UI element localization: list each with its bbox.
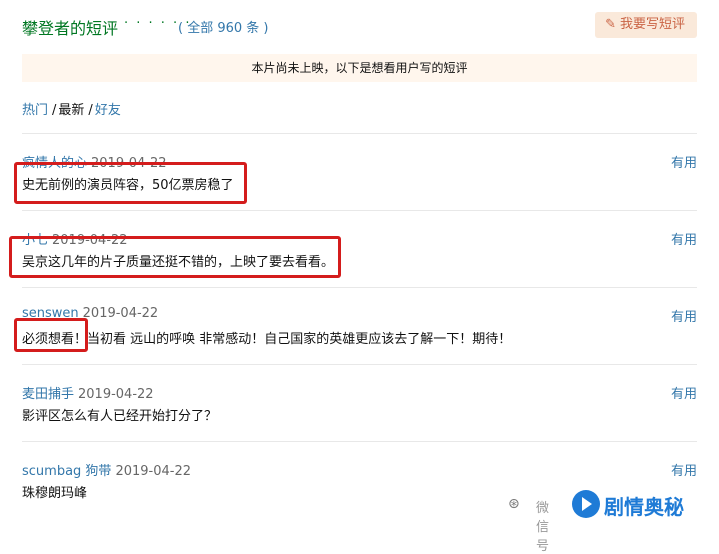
divider bbox=[22, 133, 697, 134]
comments-header: 攀登者的短评 · · · · · · ( 全部 960 条 ) ✎ 我要写短评 bbox=[22, 12, 697, 40]
comment-user-link[interactable]: scumbag 狗带 bbox=[22, 464, 111, 479]
watermark-small-text: 微信号 bbox=[536, 501, 550, 554]
useful-vote-link[interactable]: 有用 bbox=[671, 152, 697, 171]
comment-item: senswen 2019-04-22 有用 必须想看！当初看 远山的呼唤 非常感动… bbox=[22, 306, 697, 376]
not-released-notice: 本片尚未上映，以下是想看用户写的短评 bbox=[22, 54, 697, 82]
highlight-box bbox=[14, 162, 247, 204]
section-title: 攀登者的短评 bbox=[22, 19, 119, 38]
all-comments-count-link[interactable]: ( 全部 960 条 ) bbox=[178, 17, 269, 36]
useful-vote-link[interactable]: 有用 bbox=[671, 229, 697, 248]
useful-vote-link[interactable]: 有用 bbox=[671, 383, 697, 402]
tab-separator: / bbox=[88, 103, 93, 118]
tab-separator: / bbox=[52, 103, 57, 118]
write-review-label: 我要写短评 bbox=[619, 17, 685, 32]
highlight-box bbox=[14, 318, 88, 352]
wechat-icon: ⊛ bbox=[508, 496, 520, 512]
comment-text: 必须想看！当初看 远山的呼唤 非常感动！自己国家的英雄更应该去了解一下！期待！ bbox=[22, 332, 512, 347]
highlight-box bbox=[9, 236, 341, 278]
divider bbox=[22, 210, 697, 211]
write-review-button[interactable]: ✎ 我要写短评 bbox=[595, 12, 697, 38]
divider bbox=[22, 287, 697, 288]
useful-vote-link[interactable]: 有用 bbox=[671, 460, 697, 479]
divider bbox=[22, 441, 697, 442]
pencil-icon: ✎ bbox=[605, 17, 616, 32]
comment-text: 影评区怎么有人已经开始打分了？ bbox=[22, 409, 218, 424]
divider bbox=[22, 364, 697, 365]
tab-hot[interactable]: 热门 bbox=[22, 103, 48, 118]
sort-tabs: 热门 / 最新 / 好友 bbox=[22, 99, 123, 118]
tab-latest[interactable]: 最新 bbox=[58, 103, 84, 118]
comment-date: 2019-04-22 bbox=[82, 306, 159, 321]
comment-user-link[interactable]: 麦田捕手 bbox=[22, 387, 74, 402]
comment-text: 珠穆朗玛峰 bbox=[22, 486, 88, 501]
play-logo-icon bbox=[572, 490, 600, 518]
watermark-brand: 剧情奥秘 bbox=[604, 495, 684, 519]
comment-date: 2019-04-22 bbox=[78, 387, 154, 402]
comment-item: 麦田捕手 2019-04-22 有用 影评区怎么有人已经开始打分了？ bbox=[22, 383, 697, 453]
useful-vote-link[interactable]: 有用 bbox=[671, 306, 697, 325]
comment-meta: 麦田捕手 2019-04-22 bbox=[22, 383, 154, 402]
comment-meta: scumbag 狗带 2019-04-22 bbox=[22, 460, 191, 479]
comment-date: 2019-04-22 bbox=[115, 464, 191, 479]
tab-friends[interactable]: 好友 bbox=[95, 103, 121, 118]
